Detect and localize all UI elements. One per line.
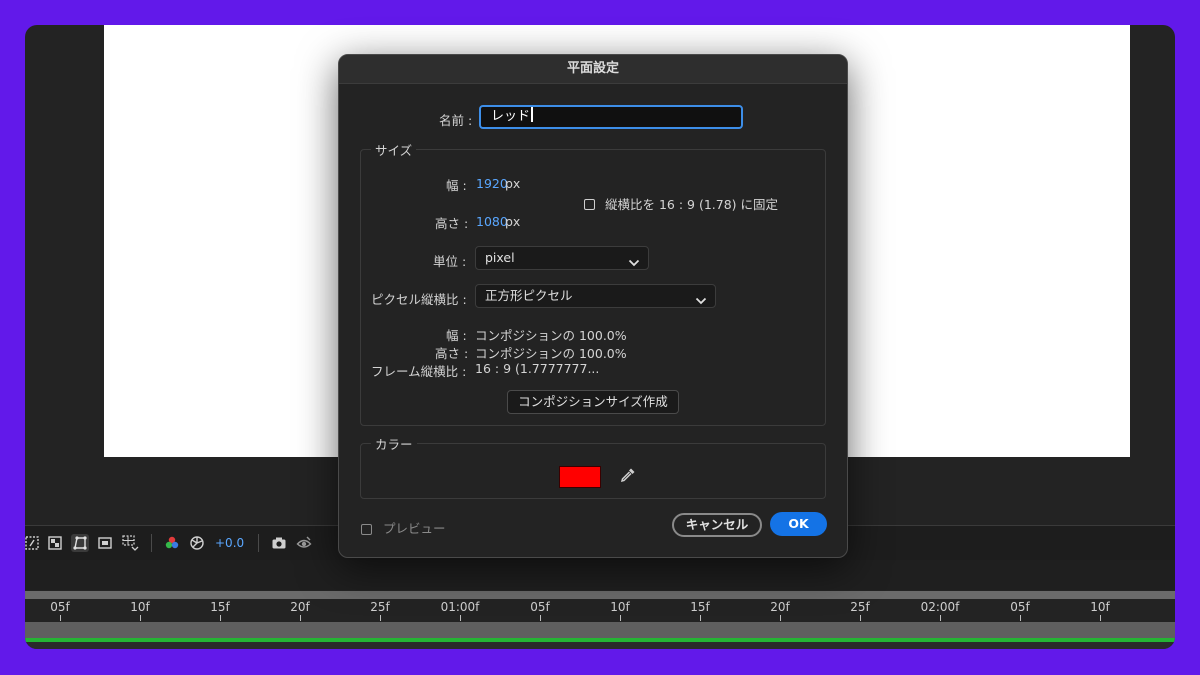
unit-select[interactable]: pixel <box>475 246 649 270</box>
ruler-tick-label: 02:00f <box>920 600 960 614</box>
region-of-interest-icon[interactable] <box>25 534 41 552</box>
make-comp-size-button[interactable]: コンポジションサイズ作成 <box>507 390 679 414</box>
show-snapshot-icon[interactable] <box>295 534 313 552</box>
pixel-aspect-label: ピクセル縦横比 : <box>371 292 467 307</box>
ruler-tick-label: 05f <box>530 600 550 614</box>
ruler-tick-label: 20f <box>290 600 310 614</box>
ruler-tick-label: 05f <box>1010 600 1030 614</box>
cancel-button[interactable]: キャンセル <box>672 513 762 537</box>
ruler-tick-label: 25f <box>850 600 870 614</box>
ruler-tick <box>380 615 381 621</box>
timeline-track[interactable] <box>25 622 1175 638</box>
info-height-value: コンポジションの 100.0% <box>475 346 627 361</box>
ruler-tick <box>1020 615 1021 621</box>
height-unit: px <box>505 214 521 229</box>
ruler-tick <box>540 615 541 621</box>
name-label: 名前 : <box>439 113 473 128</box>
ruler-tick <box>140 615 141 621</box>
reset-exposure-icon[interactable] <box>188 534 206 552</box>
ruler-tick <box>460 615 461 621</box>
unit-label: 単位 : <box>433 254 467 269</box>
timeline-footer <box>25 642 1175 649</box>
height-value[interactable]: 1080 <box>476 214 508 229</box>
grid-guides-icon[interactable] <box>121 534 139 552</box>
exposure-value[interactable]: +0.0 <box>215 536 244 550</box>
pixel-aspect-select-value: 正方形ピクセル <box>485 288 573 303</box>
rgb-channels-icon[interactable] <box>163 534 181 552</box>
dialog-title: 平面設定 <box>339 55 847 84</box>
ruler-tick-label: 20f <box>770 600 790 614</box>
unit-select-value: pixel <box>485 250 515 265</box>
color-swatch[interactable] <box>559 466 601 488</box>
ruler-tick-label: 01:00f <box>440 600 480 614</box>
work-area-bar[interactable] <box>25 591 1175 599</box>
ruler-tick <box>940 615 941 621</box>
pixel-aspect-select[interactable]: 正方形ピクセル <box>475 284 716 308</box>
info-width-value: コンポジションの 100.0% <box>475 328 627 343</box>
camera-snapshot-icon[interactable] <box>270 534 288 552</box>
width-unit: px <box>505 176 521 191</box>
lock-aspect-checkbox[interactable] <box>584 194 595 213</box>
name-input-value: レッド <box>491 109 531 124</box>
ruler-tick-label: 10f <box>130 600 150 614</box>
preview-label: プレビュー <box>383 521 446 536</box>
chevron-down-icon <box>695 291 707 313</box>
info-frame-value: 16 : 9 (1.7777777... <box>475 361 600 376</box>
toolbar-divider <box>151 534 152 552</box>
color-group-title: カラー <box>371 434 417 453</box>
info-height-label: 高さ : <box>435 346 469 361</box>
mask-path-visibility-icon[interactable] <box>71 534 89 552</box>
ruler-tick <box>780 615 781 621</box>
ok-button[interactable]: OK <box>770 512 827 536</box>
info-frame-label: フレーム縦横比 : <box>371 364 467 379</box>
ruler-tick-label: 10f <box>610 600 630 614</box>
chevron-down-icon <box>628 253 640 275</box>
ruler-tick <box>700 615 701 621</box>
ruler-tick <box>300 615 301 621</box>
ruler-tick-label: 10f <box>1090 600 1110 614</box>
ruler-tick <box>60 615 61 621</box>
ruler-tick-label: 15f <box>210 600 230 614</box>
width-label: 幅 : <box>446 178 467 193</box>
width-value[interactable]: 1920 <box>476 176 508 191</box>
text-caret <box>531 107 534 122</box>
checkbox-box <box>584 199 595 210</box>
ruler-tick <box>620 615 621 621</box>
height-label: 高さ : <box>435 216 469 231</box>
ruler-tick <box>220 615 221 621</box>
solid-settings-dialog: 平面設定 名前 : レッド サイズ 幅 : 1920 px 高さ : 1080 … <box>338 54 848 558</box>
ruler-tick-label: 25f <box>370 600 390 614</box>
checkbox-box <box>361 524 372 535</box>
name-input[interactable]: レッド <box>479 105 743 129</box>
info-width-label: 幅 : <box>446 328 467 343</box>
ruler-tick-label: 05f <box>50 600 70 614</box>
transparency-grid-icon[interactable] <box>46 534 64 552</box>
safe-margins-icon[interactable] <box>96 534 114 552</box>
ruler-tick-label: 15f <box>690 600 710 614</box>
toolbar-divider <box>258 534 259 552</box>
size-group-title: サイズ <box>371 140 417 159</box>
eyedropper-icon[interactable] <box>619 466 637 488</box>
timeline-header <box>25 560 1175 590</box>
time-ruler[interactable]: 05f 10f 15f 20f 25f 01:00f 05f 10f 15f 20f 25f 02:0… <box>25 599 1175 621</box>
lock-aspect-label: 縦横比を 16 : 9 (1.78) に固定 <box>605 197 779 212</box>
ruler-tick <box>860 615 861 621</box>
ruler-tick <box>1100 615 1101 621</box>
preview-checkbox[interactable] <box>361 519 372 538</box>
